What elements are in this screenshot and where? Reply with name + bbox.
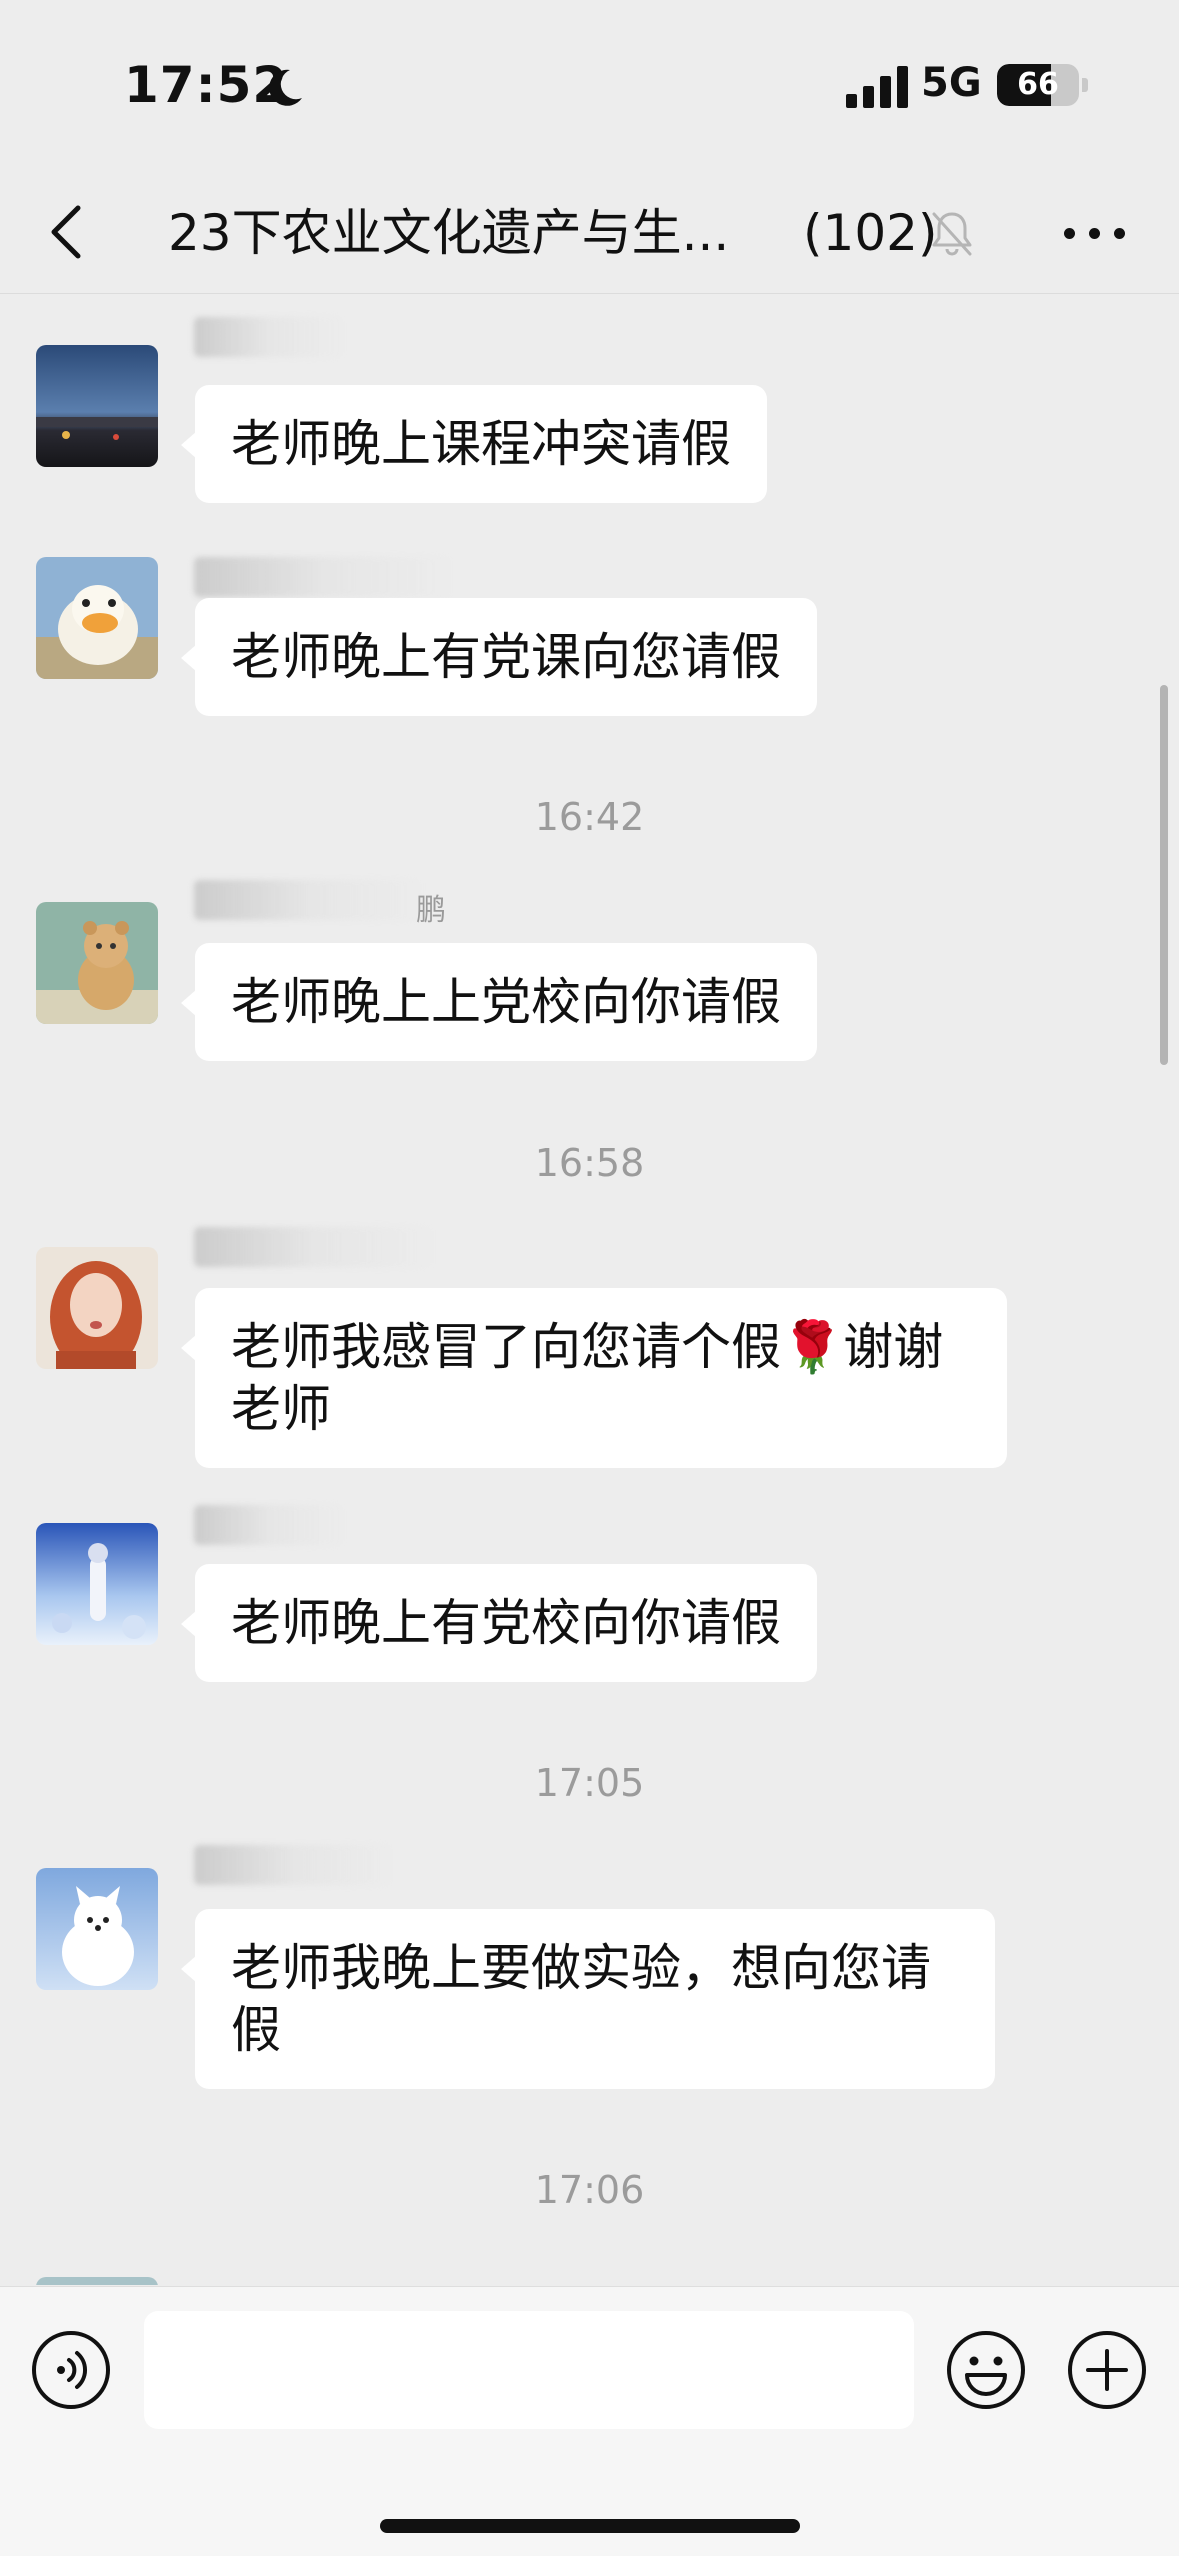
avatar-partial[interactable]	[36, 2277, 158, 2285]
avatar-city-dusk[interactable]	[36, 345, 158, 467]
timestamp: 16:58	[534, 1141, 645, 1185]
message-input[interactable]	[144, 2311, 914, 2429]
more-icon[interactable]	[1060, 206, 1130, 258]
message-bubble[interactable]: 老师我晚上要做实验，想向您请 假	[181, 1909, 995, 2089]
message-bubble[interactable]: 老师晚上有党课向您请假	[181, 598, 817, 716]
battery-level: 66	[1017, 67, 1059, 102]
scrollbar[interactable]	[1160, 685, 1168, 1065]
message-text-line: 老师我晚上要做实验，想向您请	[231, 1939, 931, 1997]
message-text-line: 老师我感冒了向您请个假🌹谢谢	[231, 1318, 944, 1376]
chat-header: 23下农业文化遗产与生... (102)	[0, 170, 1179, 294]
emoji-icon[interactable]	[945, 2329, 1027, 2411]
message-bubble[interactable]: 老师晚上上党校向你请假	[181, 943, 817, 1061]
moon-icon	[269, 69, 302, 106]
voice-icon[interactable]	[30, 2329, 112, 2411]
sender-name-blurred	[194, 1227, 434, 1267]
mute-icon	[932, 212, 972, 256]
back-icon[interactable]	[40, 200, 100, 264]
member-count: (102)	[803, 204, 938, 262]
status-bar: 17:52 5G 66	[0, 0, 1179, 170]
sender-name-blurred	[194, 317, 344, 357]
sender-name-blurred	[194, 1845, 394, 1885]
signal-icon	[846, 66, 908, 108]
sender-name-fragment: 鹏	[416, 893, 446, 928]
network-type: 5G	[921, 60, 982, 106]
message-bubble[interactable]: 老师晚上课程冲突请假	[181, 385, 767, 503]
timestamp: 17:05	[534, 1761, 645, 1805]
message-list[interactable]: 老师晚上课程冲突请假 老师晚上有党课向您请假 16:42 鹏 老师晚上上党校向你…	[0, 295, 1179, 2285]
chat-title[interactable]: 23下农业文化遗产与生...	[168, 198, 768, 268]
message-bubble[interactable]: 老师我感冒了向您请个假🌹谢谢 老师	[181, 1288, 1007, 1468]
sender-name-blurred	[194, 880, 424, 920]
sender-name-blurred	[194, 557, 454, 597]
input-bar	[0, 2286, 1179, 2556]
timestamp: 16:42	[534, 795, 645, 839]
avatar-anime[interactable]	[36, 1523, 158, 1645]
avatar-duck[interactable]	[36, 557, 158, 679]
chat-screen: 17:52 5G 66 23下农业文化遗产与生... (102) 老师晚上课程冲…	[0, 0, 1179, 2556]
avatar-bear[interactable]	[36, 902, 158, 1024]
sender-name-blurred	[194, 1505, 344, 1545]
timestamp: 17:06	[534, 2168, 645, 2212]
message-text-line: 老师	[231, 1380, 331, 1438]
battery-icon: 66	[997, 64, 1079, 106]
home-indicator[interactable]	[380, 2519, 800, 2533]
avatar-white-dog[interactable]	[36, 1868, 158, 1990]
avatar-girl[interactable]	[36, 1247, 158, 1369]
plus-icon[interactable]	[1066, 2329, 1148, 2411]
battery-nub	[1082, 78, 1088, 92]
message-bubble[interactable]: 老师晚上有党校向你请假	[181, 1564, 817, 1682]
message-text-line: 假	[231, 2001, 281, 2059]
